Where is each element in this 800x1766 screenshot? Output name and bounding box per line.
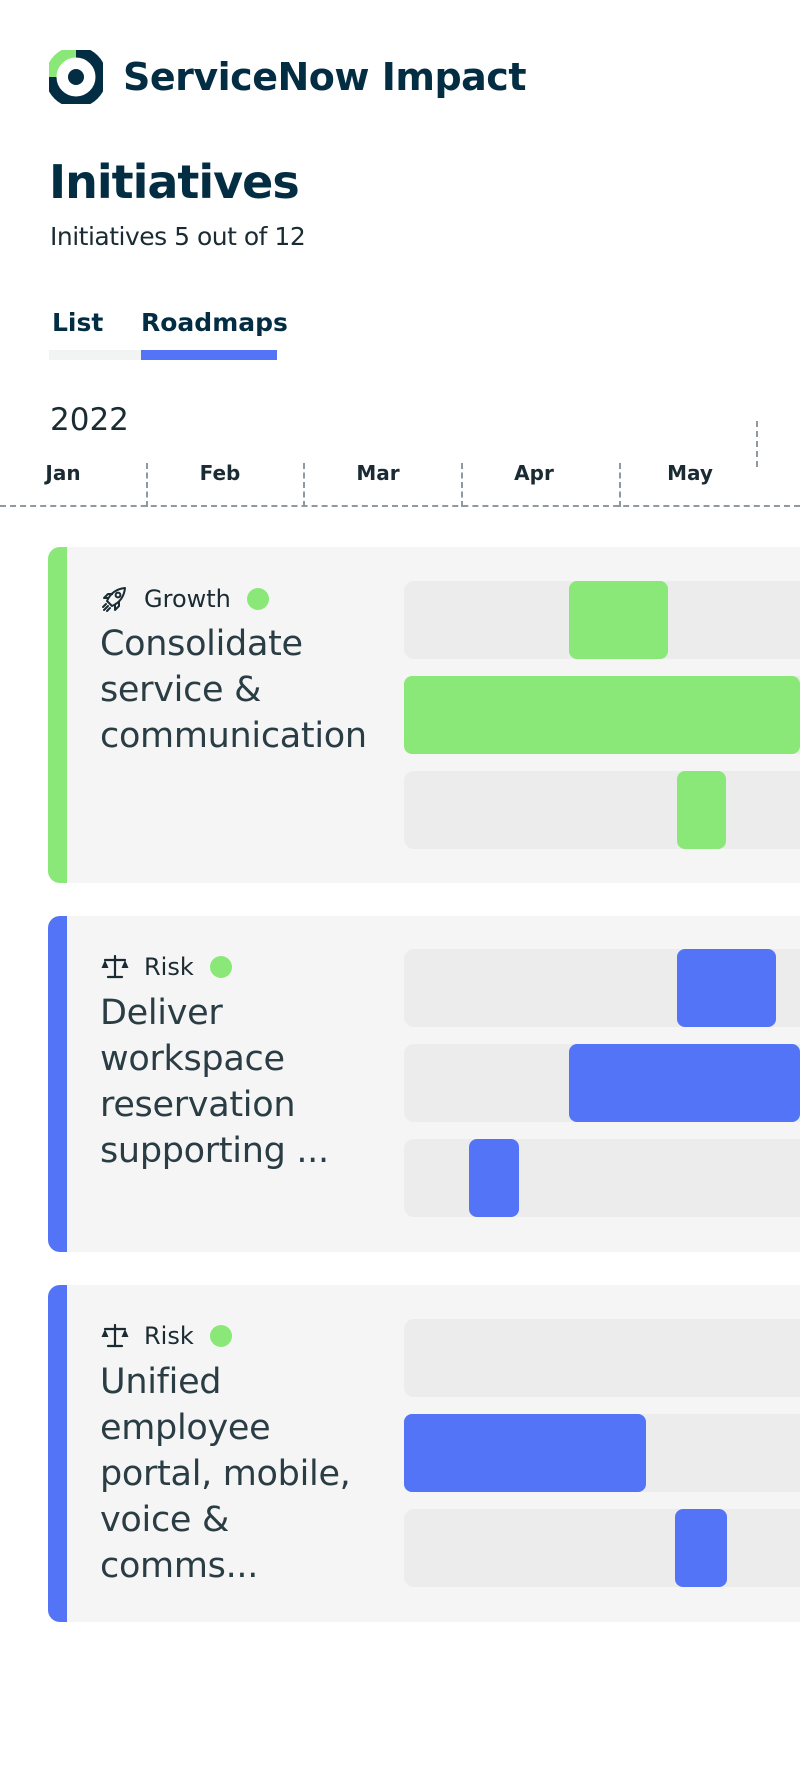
app-name: ServiceNow Impact bbox=[123, 55, 527, 99]
timeline-lane bbox=[404, 771, 800, 849]
timeline-lane bbox=[404, 676, 800, 754]
active-tab-indicator bbox=[141, 350, 277, 360]
page-subtitle: Initiatives 5 out of 12 bbox=[50, 222, 306, 251]
month-label: Jan bbox=[45, 461, 81, 485]
status-dot bbox=[209, 956, 232, 978]
timeline-bar[interactable] bbox=[469, 1139, 519, 1217]
rocket-icon bbox=[102, 587, 126, 612]
month-label: May bbox=[667, 461, 713, 485]
status-dot bbox=[209, 1325, 232, 1347]
timeline-bar[interactable] bbox=[675, 1509, 727, 1587]
initiative-title: Consolidate service & communication bbox=[100, 624, 367, 756]
category-color-bar bbox=[48, 547, 67, 883]
scale-icon bbox=[101, 1323, 129, 1348]
timeline-lane bbox=[404, 581, 800, 659]
timeline-lane bbox=[404, 1414, 800, 1492]
timeline-lane bbox=[404, 1509, 800, 1587]
scale-icon bbox=[101, 954, 129, 979]
month-divider bbox=[756, 421, 758, 467]
category-label: Risk bbox=[144, 953, 194, 981]
timeline-bar[interactable] bbox=[677, 771, 726, 849]
tab-roadmaps[interactable]: Roadmaps bbox=[141, 308, 288, 360]
month-divider bbox=[619, 463, 621, 507]
timeline-lane bbox=[404, 1319, 800, 1397]
category-tag: Risk bbox=[100, 1319, 232, 1353]
initiative-card[interactable]: Growth Consolidate service & communicati… bbox=[48, 547, 800, 883]
month-label: Apr bbox=[514, 461, 554, 485]
timeline-baseline bbox=[0, 505, 800, 507]
timeline-lane bbox=[404, 949, 800, 1027]
month-divider bbox=[461, 463, 463, 507]
status-dot bbox=[246, 588, 269, 610]
category-tag: Growth bbox=[100, 582, 269, 616]
tab-list-label: List bbox=[52, 308, 104, 337]
initiative-title: Deliver workspace reservation supporting… bbox=[100, 993, 329, 1171]
page-title: Initiatives bbox=[49, 155, 300, 209]
timeline-lane bbox=[404, 1139, 800, 1217]
month-divider bbox=[303, 463, 305, 507]
tab-list[interactable]: List bbox=[52, 308, 103, 360]
app-header: ServiceNow Impact bbox=[45, 46, 527, 108]
category-label: Growth bbox=[144, 585, 231, 613]
timeline-bar[interactable] bbox=[404, 1414, 646, 1492]
timeline-months: Jan Feb Mar Apr May bbox=[0, 421, 800, 507]
initiative-title: Unified employee portal, mobile, voice &… bbox=[100, 1362, 351, 1586]
initiative-card[interactable]: Risk Unified employee portal, mobile, vo… bbox=[48, 1285, 800, 1622]
timeline-bar[interactable] bbox=[569, 1044, 800, 1122]
month-divider bbox=[146, 463, 148, 507]
timeline-bar[interactable] bbox=[569, 581, 668, 659]
category-color-bar bbox=[48, 1285, 67, 1622]
month-label: Mar bbox=[356, 461, 400, 485]
timeline-lane bbox=[404, 1044, 800, 1122]
timeline-bar[interactable] bbox=[677, 949, 776, 1027]
category-label: Risk bbox=[144, 1322, 194, 1350]
initiative-card[interactable]: Risk Deliver workspace reservation suppo… bbox=[48, 916, 800, 1252]
category-color-bar bbox=[48, 916, 67, 1252]
timeline-year: 2022 bbox=[50, 402, 129, 438]
category-tag: Risk bbox=[100, 950, 232, 984]
servicenow-logo bbox=[45, 46, 107, 108]
timeline-bar[interactable] bbox=[404, 676, 800, 754]
tab-roadmaps-label: Roadmaps bbox=[141, 308, 288, 337]
view-tabs: List Roadmaps bbox=[49, 308, 288, 360]
month-label: Feb bbox=[199, 461, 241, 485]
